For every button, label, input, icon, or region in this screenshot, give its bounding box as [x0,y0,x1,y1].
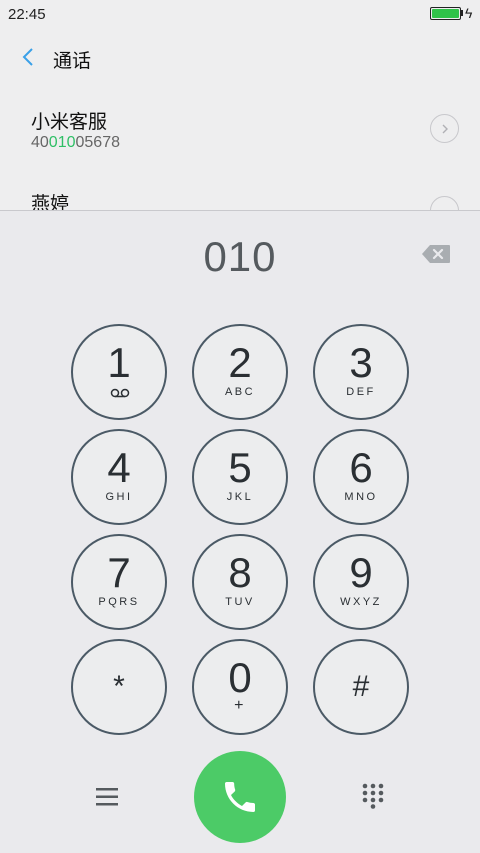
battery-icon [430,7,461,20]
key-3[interactable]: 3 DEF [313,324,409,420]
chevron-right-icon [442,124,448,133]
battery-cap [461,10,463,16]
status-bar: 22:45 ϟ [0,0,480,28]
contact-item[interactable]: 小米客服 4001005678 [0,98,480,178]
contact-number: 4001005678 [31,134,120,152]
key-digit: 4 [107,444,131,491]
number-suffix: 05678 [75,134,121,151]
key-digit: 8 [228,549,252,596]
key-digit: 7 [107,549,131,596]
key-letters: MNO [344,491,378,503]
voicemail-icon [110,388,130,398]
key-letters: WXYZ [340,596,382,608]
key-digit: 2 [228,339,252,386]
key-digit: # [352,670,370,703]
key-hash[interactable]: # [313,639,409,735]
phone-icon [225,782,255,812]
header: 通话 [0,38,480,78]
back-arrow-icon[interactable] [20,46,40,68]
key-star[interactable]: * [71,639,167,735]
key-2[interactable]: 2 ABC [192,324,288,420]
key-6[interactable]: 6 MNO [313,429,409,525]
number-match: 010 [48,134,76,151]
charging-icon: ϟ [465,5,473,21]
key-0[interactable]: 0 + [192,639,288,735]
key-5[interactable]: 5 JKL [192,429,288,525]
key-digit: 3 [349,339,373,386]
status-time: 22:45 [8,6,46,23]
key-8[interactable]: 8 TUV [192,534,288,630]
contact-name: 燕婷 [31,194,70,210]
key-4[interactable]: 4 GHI [71,429,167,525]
number-prefix: 40 [31,134,49,151]
key-letters: PQRS [98,596,140,608]
key-digit: 0 [228,654,252,701]
contact-detail-button[interactable] [430,196,459,210]
contact-item[interactable]: 燕婷 [0,182,480,210]
key-letters: ABC [224,386,256,398]
key-digit: 5 [228,444,252,491]
dialer-screen: 22:45 ϟ 通话 小米客服 4001005678 燕婷 010 1 2 AB… [0,0,480,853]
key-7[interactable]: 7 PQRS [71,534,167,630]
key-letters: GHI [105,491,133,503]
key-letters: TUV [225,596,255,608]
backspace-icon[interactable] [421,244,451,264]
dialpad-icon[interactable] [362,783,384,809]
dial-number-display: 010 [203,233,277,280]
key-digit: 1 [107,339,131,386]
key-letters: JKL [226,491,254,503]
key-1[interactable]: 1 [71,324,167,420]
contact-detail-button[interactable] [430,114,459,143]
contact-name: 小米客服 [31,112,108,133]
dialer-panel: 010 1 2 ABC 3 DEF 4 GHI 5 JKL 6 MNO 7 PQ… [0,210,480,853]
key-letters: + [234,697,246,714]
call-button[interactable] [194,751,286,843]
key-letters: DEF [346,386,376,398]
key-9[interactable]: 9 WXYZ [313,534,409,630]
key-digit: 6 [349,444,373,491]
page-title: 通话 [53,51,92,72]
key-digit: * [113,670,125,703]
menu-icon[interactable] [95,786,119,808]
key-digit: 9 [349,549,373,596]
